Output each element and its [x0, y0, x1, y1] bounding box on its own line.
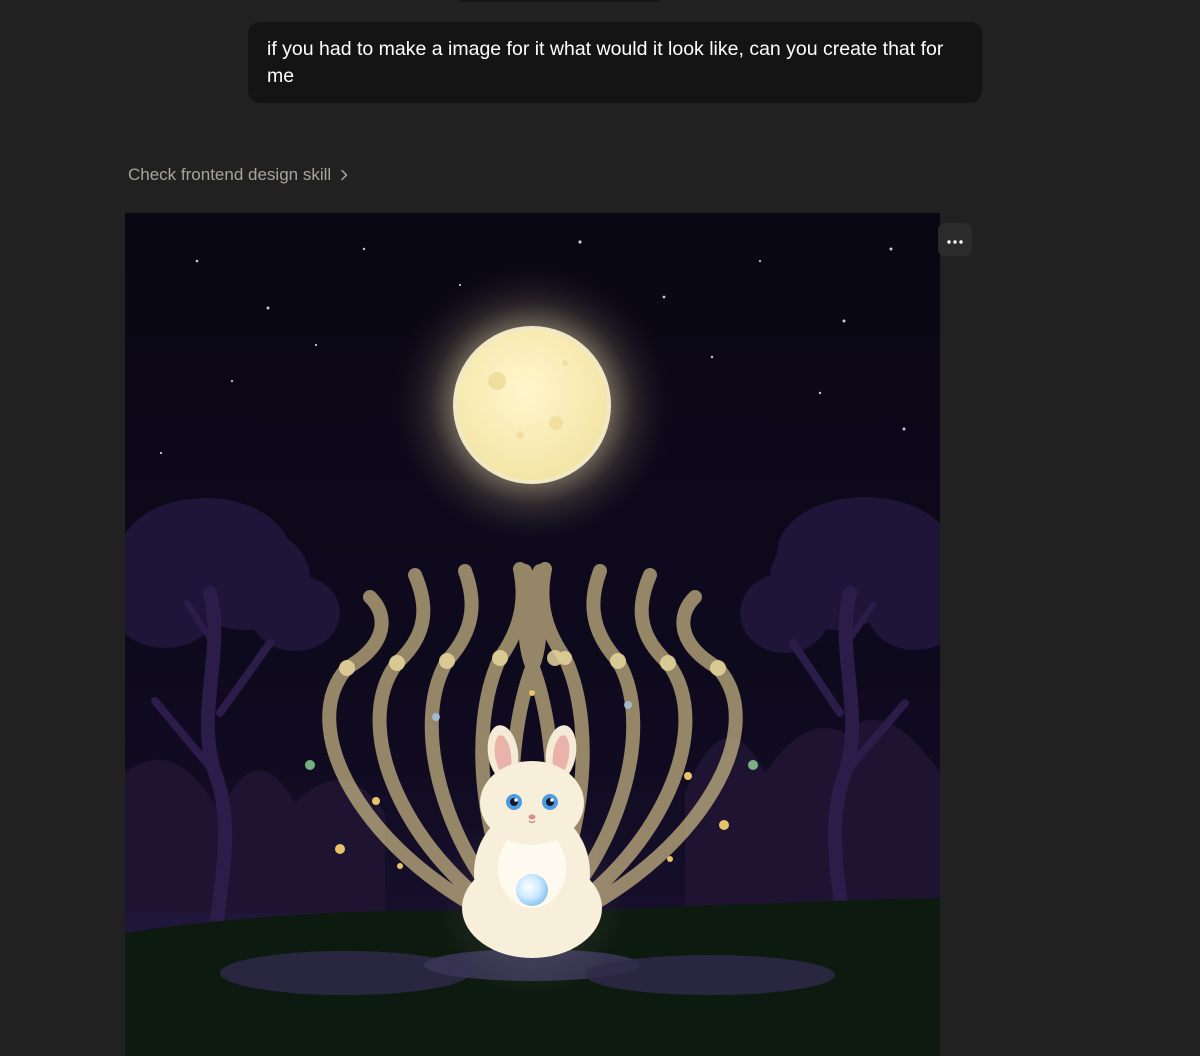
skill-link[interactable]: Check frontend design skill	[128, 163, 348, 187]
star-icon	[758, 259, 762, 263]
star-icon	[314, 343, 318, 347]
star-icon	[266, 306, 270, 310]
skill-link-label: Check frontend design skill	[128, 165, 332, 184]
user-message-text: if you had to make a image for it what w…	[267, 38, 944, 87]
star-icon	[710, 355, 714, 359]
more-horizontal-icon	[947, 231, 963, 249]
artifact-menu-button[interactable]	[938, 223, 972, 256]
star-icon	[818, 391, 822, 395]
previous-element-edge	[458, 0, 662, 2]
user-message-bubble: if you had to make a image for it what w…	[248, 22, 982, 103]
generated-image	[125, 213, 940, 1056]
glowing-orb	[516, 874, 548, 906]
chevron-right-icon	[340, 169, 348, 181]
star-icon	[889, 247, 893, 251]
star-icon	[159, 451, 163, 455]
star-icon	[578, 240, 582, 244]
star-icon	[195, 259, 199, 263]
star-icon	[902, 427, 906, 431]
moon-icon	[387, 260, 677, 550]
star-icon	[842, 319, 846, 323]
star-icon	[662, 295, 666, 299]
star-icon	[230, 379, 234, 383]
star-icon	[362, 247, 366, 251]
